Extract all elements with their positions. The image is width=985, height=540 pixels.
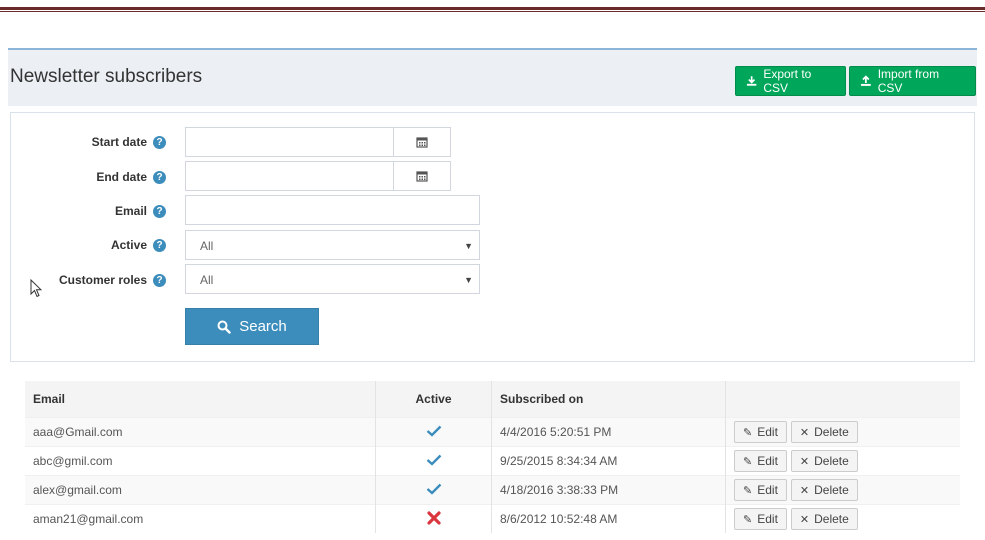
cell-email: aaa@Gmail.com (25, 417, 376, 447)
cell-email: alex@gmail.com (25, 475, 376, 505)
delete-label: Delete (814, 512, 849, 526)
end-date-text: End date (96, 170, 147, 184)
delete-button[interactable]: ✕ Delete (790, 450, 858, 472)
import-csv-label: Import from CSV (877, 67, 940, 95)
delete-button[interactable]: ✕ Delete (790, 479, 858, 501)
cell-active (375, 417, 492, 447)
close-icon: ✕ (799, 513, 810, 526)
export-csv-button[interactable]: Export to CSV (735, 66, 846, 96)
table-row: alex@gmail.com 4/18/2016 3:38:33 PM ✎ Edit ✕… (25, 475, 960, 505)
document-top-rule-thin (0, 11, 985, 12)
column-header-actions (725, 381, 960, 418)
search-filter-panel: Start date ? End date ? Email ? Active ? (10, 112, 975, 362)
help-icon[interactable]: ? (153, 135, 166, 149)
page-title: Newsletter subscribers (10, 66, 203, 87)
customer-roles-select-value: All (200, 273, 214, 287)
edit-button[interactable]: ✎ Edit (734, 479, 787, 501)
cross-icon (426, 510, 441, 525)
checkmark-icon (426, 483, 441, 495)
caret-down-icon: ▼ (464, 241, 473, 251)
email-input[interactable] (185, 195, 480, 225)
active-text: Active (110, 238, 147, 252)
table-row: aaa@Gmail.com 4/4/2016 5:20:51 PM ✎ Edit ✕ De… (25, 417, 960, 447)
active-select[interactable]: All ▼ (185, 230, 480, 260)
end-date-input[interactable] (185, 161, 394, 191)
start-date-label: Start date ? (92, 135, 166, 149)
import-csv-button[interactable]: Import from CSV (849, 66, 976, 96)
help-icon[interactable]: ? (153, 273, 166, 287)
cell-actions: ✎ Edit ✕ Delete (725, 475, 960, 505)
table-header-row: Email Active Subscribed on (25, 381, 960, 418)
table-row: abc@gmil.com 9/25/2015 8:34:34 AM ✎ Edit ✕ De… (25, 446, 960, 476)
cell-email: abc@gmil.com (25, 446, 376, 476)
end-date-calendar-button[interactable] (393, 161, 451, 191)
edit-button[interactable]: ✎ Edit (734, 450, 787, 472)
pencil-icon: ✎ (743, 426, 753, 439)
search-button[interactable]: Search (185, 308, 319, 345)
pencil-icon: ✎ (743, 455, 753, 468)
subscribers-grid: Email Active Subscribed on aaa@Gmail.com… (25, 381, 960, 533)
start-date-input[interactable] (185, 127, 394, 157)
help-icon[interactable]: ? (153, 238, 166, 252)
delete-button[interactable]: ✕ Delete (790, 508, 858, 530)
edit-label: Edit (757, 425, 778, 439)
pencil-icon: ✎ (743, 513, 753, 526)
active-label: Active ? (111, 238, 166, 252)
checkmark-icon (426, 454, 441, 466)
delete-button[interactable]: ✕ Delete (790, 421, 858, 443)
mouse-pointer-icon (30, 279, 42, 298)
cell-actions: ✎ Edit ✕ Delete (725, 504, 960, 533)
column-header-email[interactable]: Email (25, 381, 376, 418)
calendar-icon (416, 137, 428, 148)
customer-roles-label: Customer roles ? (59, 273, 166, 287)
customer-roles-text: Customer roles (58, 273, 147, 287)
edit-button[interactable]: ✎ Edit (734, 421, 787, 443)
table-row: aman21@gmail.com 8/6/2012 10:52:48 AM ✎ Edi… (25, 504, 960, 533)
column-header-subscribed-on[interactable]: Subscribed on (491, 381, 726, 418)
edit-label: Edit (757, 483, 778, 497)
delete-label: Delete (814, 483, 849, 497)
cell-subscribed-on: 9/25/2015 8:34:34 AM (491, 446, 726, 476)
help-icon[interactable]: ? (153, 204, 166, 218)
cell-actions: ✎ Edit ✕ Delete (725, 446, 960, 476)
edit-label: Edit (757, 454, 778, 468)
search-label: Search (239, 318, 287, 335)
active-select-value: All (200, 239, 214, 253)
cell-actions: ✎ Edit ✕ Delete (725, 417, 960, 447)
close-icon: ✕ (799, 426, 810, 439)
export-csv-label: Export to CSV (763, 67, 812, 95)
cell-subscribed-on: 4/18/2016 3:38:33 PM (491, 475, 726, 505)
cell-active (375, 475, 492, 505)
caret-down-icon: ▼ (464, 275, 473, 285)
column-header-active[interactable]: Active (375, 381, 492, 418)
close-icon: ✕ (799, 455, 810, 468)
checkmark-icon (426, 425, 441, 437)
pencil-icon: ✎ (743, 484, 753, 497)
cell-email: aman21@gmail.com (25, 504, 376, 533)
edit-label: Edit (757, 512, 778, 526)
end-date-label: End date ? (96, 170, 166, 184)
email-label: Email ? (115, 204, 166, 218)
cell-active (375, 446, 492, 476)
start-date-calendar-button[interactable] (393, 127, 451, 157)
search-icon (217, 320, 231, 334)
email-text: Email (114, 204, 147, 218)
help-icon[interactable]: ? (153, 170, 166, 184)
cell-active (375, 504, 492, 533)
subscribers-table: Email Active Subscribed on aaa@Gmail.com… (25, 381, 960, 533)
start-date-text: Start date (91, 135, 147, 149)
cell-subscribed-on: 8/6/2012 10:52:48 AM (491, 504, 726, 533)
calendar-icon (416, 171, 428, 182)
document-top-rule (0, 7, 985, 10)
delete-label: Delete (814, 454, 849, 468)
delete-label: Delete (814, 425, 849, 439)
edit-button[interactable]: ✎ Edit (734, 508, 787, 530)
customer-roles-select[interactable]: All ▼ (185, 264, 480, 294)
cell-subscribed-on: 4/4/2016 5:20:51 PM (491, 417, 726, 447)
download-icon (746, 76, 757, 86)
close-icon: ✕ (799, 484, 810, 497)
upload-icon (860, 75, 871, 86)
content-header: Newsletter subscribers Export to CSV Imp… (8, 48, 977, 106)
